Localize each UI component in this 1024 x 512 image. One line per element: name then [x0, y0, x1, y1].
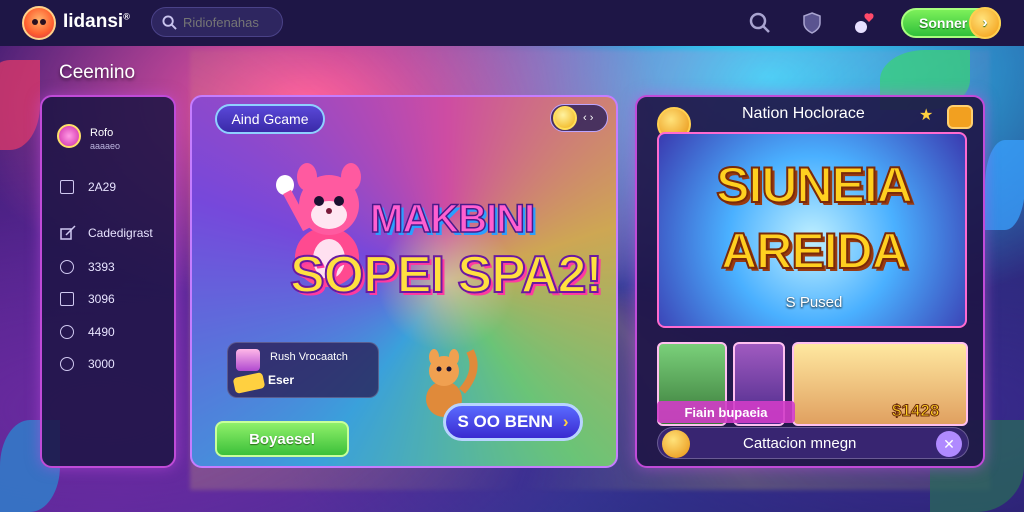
banner-title-line1: SIUNEIA: [715, 156, 914, 214]
section-title: Ceemino: [59, 62, 136, 83]
game-title-line2: SOPEI SPA2!: [289, 245, 604, 305]
brand-name[interactable]: Iidansi®: [63, 11, 130, 33]
tournament-banner[interactable]: SIUNEIA AREIDA S Pused: [657, 132, 967, 328]
square-icon: [60, 292, 74, 306]
heart-gift-icon[interactable]: [852, 10, 878, 36]
background-leaf: [985, 140, 1024, 230]
arrow-right-icon: ›: [969, 7, 1001, 39]
mini-avatar: [236, 349, 260, 371]
profile-name: Rofo: [90, 127, 114, 139]
circle-icon: [60, 260, 74, 274]
ticket-icon: [232, 372, 266, 394]
coin-icon: [662, 430, 690, 458]
sidebar-item-6[interactable]: 3000: [60, 357, 115, 371]
sign-in-button[interactable]: Sonner ›: [901, 7, 1001, 39]
game-thumbnail[interactable]: [792, 342, 968, 426]
background-leaf: [0, 60, 40, 150]
arrow-right-icon: ›: [562, 412, 569, 431]
profile-subtitle: aaaaeo: [90, 141, 121, 151]
sidebar-item-2[interactable]: Cadedigrast: [60, 225, 153, 241]
sidebar-item-1[interactable]: 2A29: [60, 180, 116, 194]
game-title-line1: MAKBINI: [369, 196, 536, 242]
thumbnail-label: Fiain bupaeia: [657, 401, 795, 423]
search-bar[interactable]: [151, 7, 283, 37]
search-input[interactable]: [183, 14, 278, 30]
coin-badge[interactable]: ‹ ›: [550, 104, 608, 132]
menu-icon[interactable]: [947, 105, 973, 129]
banner-subtitle: S Pused: [785, 294, 843, 311]
prize-amount: $1428: [891, 401, 940, 421]
banner-title-line2: AREIDA: [720, 222, 909, 280]
profile-avatar-icon[interactable]: [57, 124, 81, 148]
tournament-panel: Nation Hoclorace ★ SIUNEIA AREIDA S Puse…: [635, 95, 985, 468]
sidebar-item-3[interactable]: 3393: [60, 260, 115, 274]
circle-icon: [60, 325, 74, 339]
collection-text: Cattacion mnegn: [743, 435, 857, 452]
sidebar-item-4[interactable]: 3096: [60, 292, 115, 306]
swap-arrows-icon: ‹ ›: [583, 112, 594, 124]
square-icon: [60, 180, 74, 194]
mini-card-subtitle: Eser: [268, 373, 295, 387]
panel-title: Nation Hoclorace: [742, 105, 865, 122]
sidebar-panel: Rofo aaaaeo 2A29 Cadedigrast 3393 3096 4…: [40, 95, 176, 468]
search-icon[interactable]: [747, 10, 773, 36]
mini-game-card[interactable]: Rush Vrocaatch Eser: [227, 342, 379, 398]
top-nav-bar: Iidansi® Sonner ›: [0, 0, 1024, 46]
featured-game-panel[interactable]: Aind Gcame ‹ › MAKBINI SOPEI SPA2! Rush …: [190, 95, 618, 468]
fox-logo-icon[interactable]: [22, 6, 56, 40]
collection-bar[interactable]: Cattacion mnegn ✕: [657, 427, 969, 459]
coin-icon: [553, 106, 577, 130]
close-icon[interactable]: ✕: [936, 431, 962, 457]
bet-button[interactable]: S OO BENN ›: [443, 403, 583, 441]
sidebar-item-5[interactable]: 4490: [60, 325, 115, 339]
circle-icon: [60, 357, 74, 371]
star-icon[interactable]: ★: [919, 105, 933, 125]
search-icon: [162, 14, 177, 30]
mini-card-title: Rush Vrocaatch: [270, 351, 348, 363]
edit-icon: [60, 225, 76, 240]
shield-icon[interactable]: [799, 10, 825, 36]
feature-tag[interactable]: Aind Gcame: [215, 104, 325, 134]
play-button[interactable]: Boyaesel: [215, 421, 349, 457]
